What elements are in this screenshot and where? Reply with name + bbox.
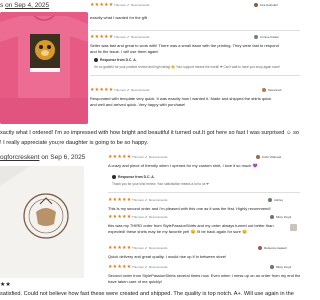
reviewer-avatar xyxy=(258,246,262,250)
rating-stars: ★★★★★ xyxy=(108,264,132,270)
recommends-label: Recommends xyxy=(149,198,168,202)
review-excerpt-bottom: satisfied. Could not believe how fast th… xyxy=(0,291,294,297)
review-photo-thumbnail[interactable] xyxy=(290,224,297,231)
check-icon: ✔ xyxy=(145,155,148,159)
reviewer-name[interactable]: Kristi Villarreal xyxy=(262,155,281,159)
reviewer-name[interactable]: Rebecca Haskell xyxy=(264,246,287,250)
response-text: I'm so grateful for your positive review… xyxy=(94,65,280,69)
reviewer-avatar xyxy=(254,35,258,39)
review-text-line-1: Second order from StylePassionShirts sev… xyxy=(108,273,300,278)
response-title: Response from D.C. A. xyxy=(100,58,137,62)
reviewer-name[interactable]: Misty Floyd xyxy=(276,265,291,269)
item-tag: This item xyxy=(114,3,127,7)
review-text-line-1: Responded with template very quick. It w… xyxy=(90,96,272,101)
reviewer-name[interactable]: Ashley xyxy=(274,198,283,202)
reviewer-name[interactable]: Savannah xyxy=(268,88,282,92)
review-text: A crazy and piece of friendly when I ope… xyxy=(108,163,258,168)
review-text-line-2: have taken care of me quickly! xyxy=(108,279,163,284)
recommends-label: Recommends xyxy=(149,265,168,269)
seller-avatar xyxy=(94,58,98,62)
review-excerpt-line-1: xactly what I ordered! I'm so impressed … xyxy=(0,130,300,136)
reviewer-avatar xyxy=(270,265,274,269)
reviewer-avatar xyxy=(268,198,272,202)
check-icon: ✔ xyxy=(127,88,130,92)
check-icon: ✔ xyxy=(145,246,148,250)
review-text: exactly what I wanted for the gift xyxy=(90,15,148,20)
recommends-label: Recommends xyxy=(131,35,150,39)
check-icon: ✔ xyxy=(127,35,130,39)
recommends-label: Recommends xyxy=(131,88,150,92)
rating-stars: ★★★★★ xyxy=(108,197,132,203)
recommends-label: Recommends xyxy=(131,3,150,7)
reviewer-name[interactable]: Kira Hollydell xyxy=(260,3,278,7)
response-text: Thank you for your kind review. Your sat… xyxy=(112,182,209,186)
rating-stars: ★★★★★ xyxy=(108,154,132,160)
response-title: Response from D.C. A. xyxy=(118,175,155,179)
reviewer-avatar xyxy=(262,88,266,92)
bottom-stars: ★★ xyxy=(0,282,11,288)
item-tag: This item xyxy=(132,246,145,250)
middle-review-date: on Sep 6, 2025 xyxy=(41,154,86,161)
check-icon: ✔ xyxy=(127,3,130,7)
middle-review-header: ogforcreskent on Sep 6, 2025 xyxy=(0,154,85,161)
reviewer-name[interactable]: Connie Parker xyxy=(260,35,279,39)
review-text-line-1: this was my THIRD order from StylePassio… xyxy=(108,223,274,228)
reviewer-name[interactable]: Misty Floyd xyxy=(276,215,291,219)
recommends-label: Recommends xyxy=(149,246,168,250)
white-shirt-photo[interactable] xyxy=(0,166,84,278)
review-text-line-2: expected! these shirts may be my favorit… xyxy=(108,229,248,234)
divider xyxy=(90,75,300,76)
item-tag: This item xyxy=(114,88,127,92)
white-shirt-image xyxy=(0,166,84,278)
pink-shirt-photo[interactable] xyxy=(0,12,88,124)
item-tag: This item xyxy=(114,35,127,39)
check-icon: ✔ xyxy=(145,198,148,202)
item-tag: This item xyxy=(132,265,145,269)
review-text: This is my second order and I'm pleased … xyxy=(108,206,271,211)
item-tag: This item xyxy=(132,215,145,219)
item-tag: This item xyxy=(132,198,145,202)
review-excerpt-line-2: ! I really appreciate you;re daughter is… xyxy=(0,140,149,146)
check-icon: ✔ xyxy=(145,215,148,219)
rating-stars: ★★★★★ xyxy=(90,2,114,8)
recommends-label: Recommends xyxy=(149,155,168,159)
item-tag: This item xyxy=(132,155,145,159)
recommends-label: Recommends xyxy=(149,215,168,219)
check-icon: ✔ xyxy=(145,265,148,269)
review-text-line-2: and well and arrived quick. Very happy w… xyxy=(90,102,186,107)
rating-stars: ★★★★★ xyxy=(90,34,114,40)
divider xyxy=(108,192,300,193)
review-text: Quick delivery and great quality. I woul… xyxy=(108,254,227,259)
top-review-date: on Sep 4, 2025 xyxy=(5,2,50,9)
reviewer-avatar xyxy=(270,215,274,219)
rating-stars: ★★★★★ xyxy=(108,245,132,251)
top-review-header: s on Sep 4, 2025 xyxy=(0,2,49,9)
rating-stars: ★★★★★ xyxy=(108,214,132,220)
seller-avatar xyxy=(112,175,116,179)
review-text-line-2: and fix the issue. I will use them again… xyxy=(90,49,159,54)
divider xyxy=(90,30,300,31)
review-text-line-1: Seller was fast and great to work with! … xyxy=(90,43,279,48)
reviewer-avatar xyxy=(254,3,258,7)
middle-review-user[interactable]: ogforcreskent xyxy=(0,154,39,161)
rating-stars: ★★★★★ xyxy=(90,87,114,93)
pink-shirt-image xyxy=(0,12,88,124)
reviewer-avatar xyxy=(256,155,260,159)
